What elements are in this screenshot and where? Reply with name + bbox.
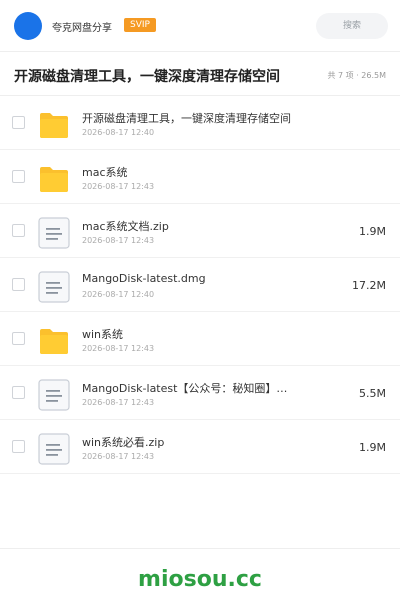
file-row[interactable]: mac系统文档.zip 2026-08-17 12:43 1.9M (0, 204, 400, 258)
file-row[interactable]: win系统必看.zip 2026-08-17 12:43 1.9M (0, 420, 400, 474)
file-summary: 共 7 项 · 26.5M (327, 71, 386, 80)
file-name: win系统 (82, 328, 124, 341)
file-row[interactable]: mac系统 2026-08-17 12:43 (0, 150, 400, 204)
row-checkbox[interactable] (12, 224, 25, 237)
file-date: 2026-08-17 12:43 (82, 452, 155, 461)
row-checkbox[interactable] (12, 440, 25, 453)
file-row[interactable]: MangoDisk-latest.dmg 2026-08-17 12:40 17… (0, 258, 400, 312)
file-date: 2026-08-17 12:43 (82, 236, 155, 245)
file-name: MangoDisk-latest.dmg (82, 272, 206, 285)
app-name: 夸克网盘分享 (52, 23, 112, 34)
file-icon (38, 433, 70, 465)
file-size: 5.5M (359, 387, 386, 400)
folder-icon (40, 113, 68, 138)
folder-icon (40, 329, 68, 354)
file-name: MangoDisk-latest【公众号：秘知圈】… (82, 382, 288, 395)
file-size: 17.2M (352, 279, 386, 292)
folder-icon (40, 167, 68, 192)
svip-badge: SVIP (124, 18, 156, 32)
file-size: 1.9M (359, 441, 386, 454)
file-list: 开源磁盘清理工具，一键深度清理存储空间 2026-08-17 12:40 mac… (0, 96, 400, 474)
file-size: 1.9M (359, 225, 386, 238)
file-date: 2026-08-17 12:40 (82, 128, 155, 137)
file-row[interactable]: win系统 2026-08-17 12:43 (0, 312, 400, 366)
title-bar: 开源磁盘清理工具，一键深度清理存储空间 共 7 项 · 26.5M (0, 52, 400, 96)
file-row[interactable]: MangoDisk-latest【公众号：秘知圈】… 2026-08-17 12… (0, 366, 400, 420)
avatar[interactable] (14, 12, 42, 40)
file-icon (38, 217, 70, 249)
footer: miosou.cc (0, 548, 400, 600)
file-name: mac系统 (82, 166, 128, 179)
file-date: 2026-08-17 12:43 (82, 344, 155, 353)
file-date: 2026-08-17 12:43 (82, 182, 155, 191)
file-date: 2026-08-17 12:43 (82, 398, 155, 407)
page-title: 开源磁盘清理工具，一键深度清理存储空间 (14, 69, 280, 85)
search-button[interactable]: 搜索 (316, 13, 388, 39)
row-checkbox[interactable] (12, 332, 25, 345)
file-row[interactable]: 开源磁盘清理工具，一键深度清理存储空间 2026-08-17 12:40 (0, 96, 400, 150)
row-checkbox[interactable] (12, 116, 25, 129)
file-date: 2026-08-17 12:40 (82, 290, 155, 299)
header: 夸克网盘分享 SVIP 搜索 (0, 0, 400, 52)
share-page: 夸克网盘分享 SVIP 搜索 开源磁盘清理工具，一键深度清理存储空间 共 7 项… (0, 0, 400, 600)
file-name: mac系统文档.zip (82, 220, 169, 233)
file-icon (38, 271, 70, 303)
file-icon (38, 379, 70, 411)
row-checkbox[interactable] (12, 278, 25, 291)
brand-logo[interactable]: miosou.cc (138, 567, 262, 592)
row-checkbox[interactable] (12, 170, 25, 183)
file-name: 开源磁盘清理工具，一键深度清理存储空间 (82, 112, 291, 125)
file-name: win系统必看.zip (82, 436, 165, 449)
row-checkbox[interactable] (12, 386, 25, 399)
